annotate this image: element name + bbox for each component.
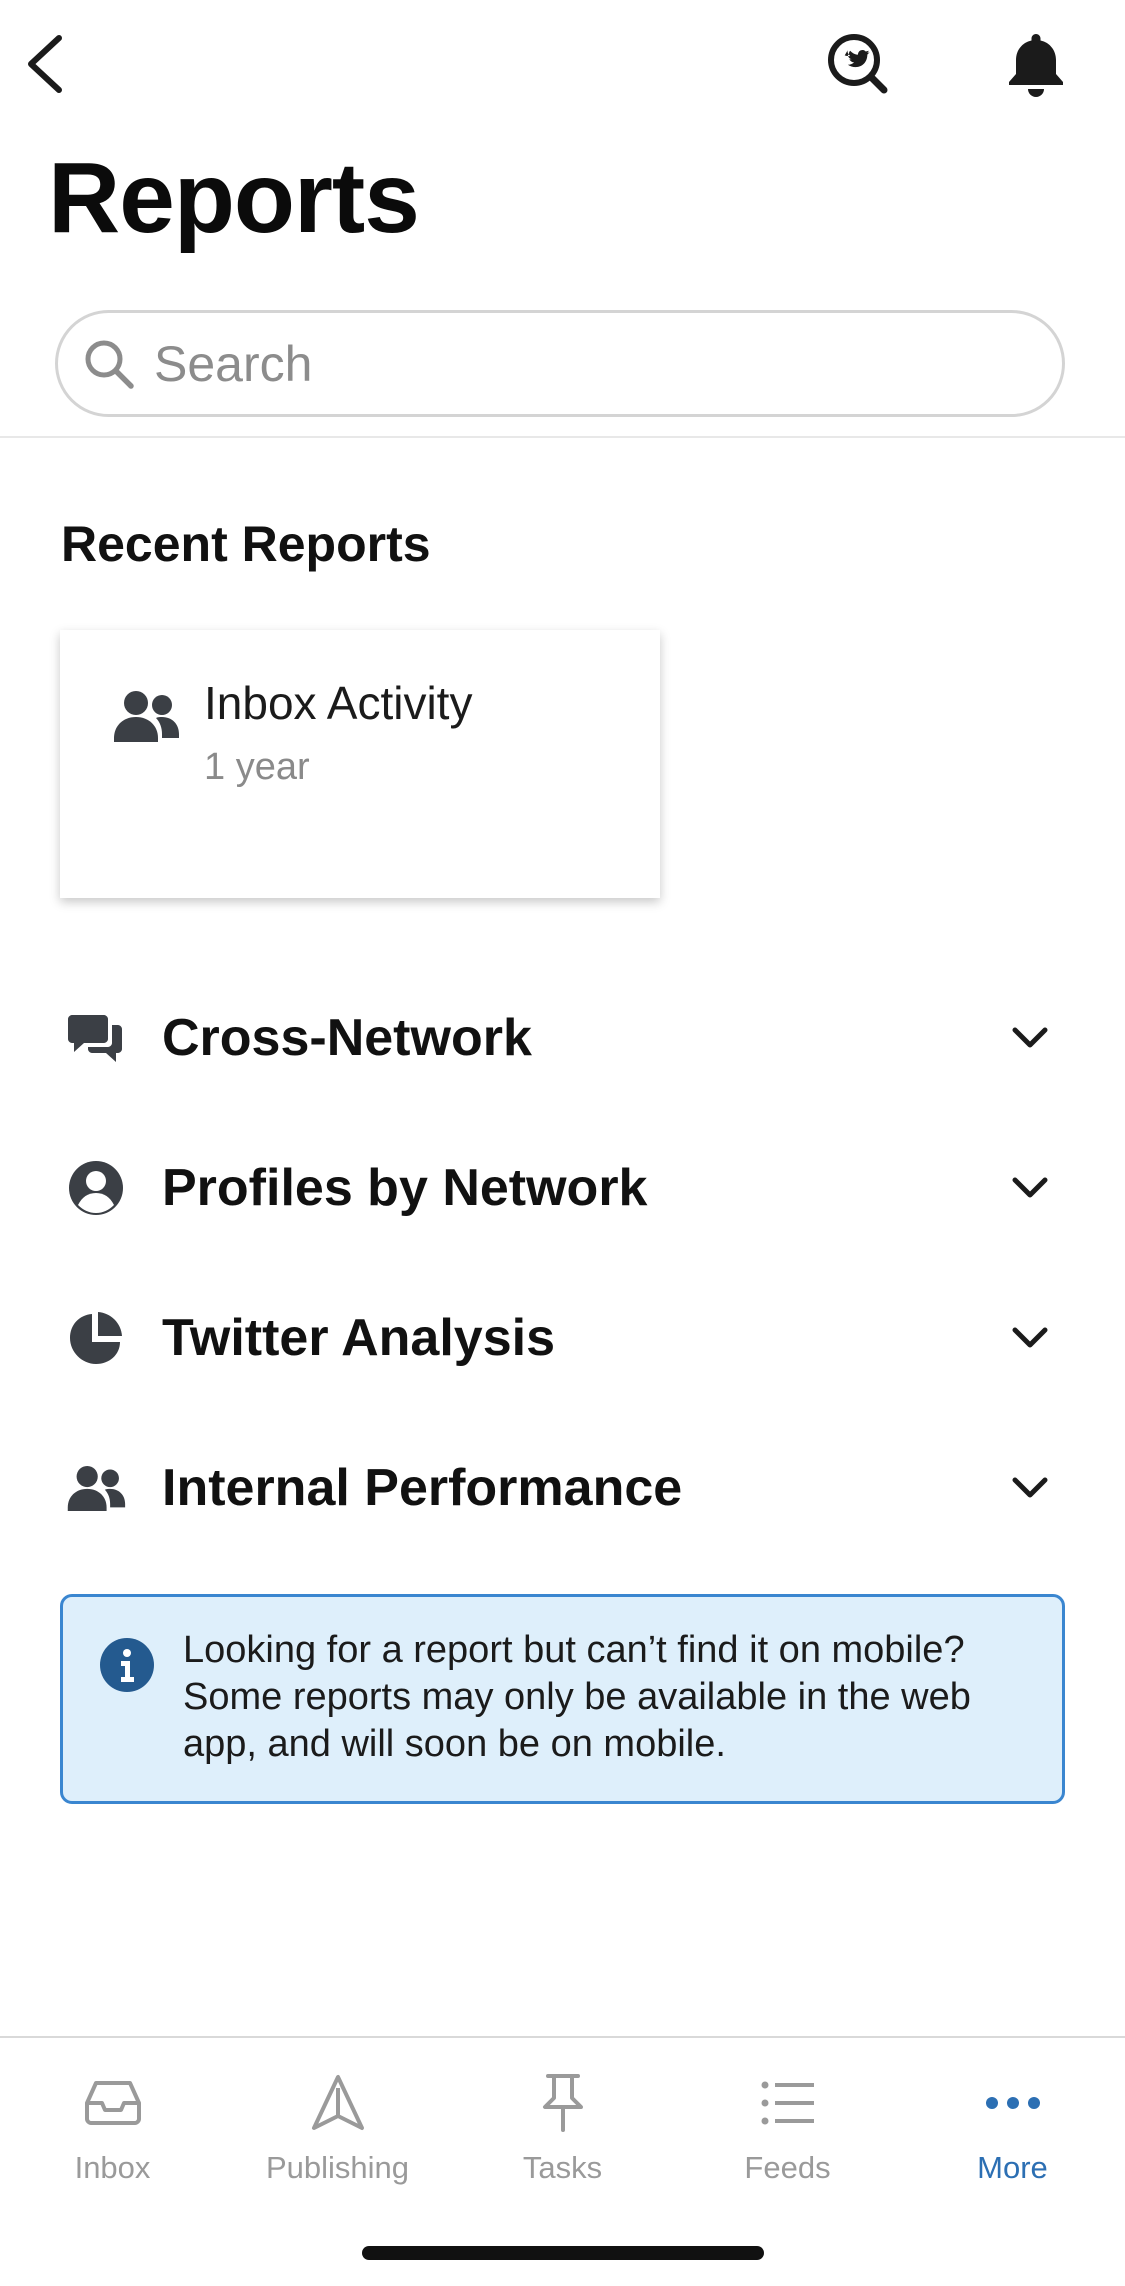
tab-label: Publishing	[265, 2150, 410, 2185]
user-circle-icon	[62, 1154, 130, 1222]
page-title: Reports	[48, 142, 420, 254]
category-profiles-by-network[interactable]: Profiles by Network	[0, 1128, 1125, 1248]
notifications-button[interactable]	[996, 28, 1076, 100]
users-icon	[62, 1454, 130, 1522]
chevron-down-icon	[1004, 1162, 1056, 1214]
home-indicator	[362, 2246, 764, 2260]
search-input[interactable]	[154, 334, 1014, 393]
header-divider	[0, 436, 1125, 438]
paper-plane-icon	[303, 2068, 373, 2138]
search-bar[interactable]	[55, 310, 1065, 417]
pie-chart-icon	[62, 1304, 130, 1372]
chevron-left-icon	[28, 35, 62, 93]
category-cross-network[interactable]: Cross-Network	[0, 978, 1125, 1098]
category-twitter-analysis[interactable]: Twitter Analysis	[0, 1278, 1125, 1398]
recent-report-title: Inbox Activity	[204, 677, 473, 729]
recent-reports-heading: Recent Reports	[61, 516, 431, 572]
tab-label: Feeds	[744, 2150, 831, 2185]
inbox-tray-icon	[78, 2068, 148, 2138]
users-icon	[112, 688, 180, 744]
info-banner: Looking for a report but can’t find it o…	[60, 1594, 1065, 1804]
back-button[interactable]	[20, 28, 70, 100]
category-label: Cross-Network	[162, 1009, 532, 1067]
info-message: Looking for a report but can’t find it o…	[183, 1629, 971, 1765]
ellipsis-icon	[978, 2068, 1048, 2138]
bell-icon	[1009, 34, 1063, 97]
category-internal-performance[interactable]: Internal Performance	[0, 1428, 1125, 1548]
twitter-search-button[interactable]	[820, 28, 896, 100]
chevron-down-icon	[1004, 1462, 1056, 1514]
tab-tasks[interactable]: Tasks	[450, 2038, 675, 2218]
twitter-search-icon	[828, 34, 888, 94]
category-label: Twitter Analysis	[162, 1309, 555, 1367]
list-icon	[753, 2068, 823, 2138]
info-icon	[99, 1637, 155, 1693]
recent-report-range: 1 year	[204, 746, 310, 788]
tab-label: More	[977, 2150, 1048, 2185]
tab-label: Tasks	[522, 2150, 603, 2185]
recent-report-card[interactable]: Inbox Activity 1 year	[60, 630, 660, 898]
tab-feeds[interactable]: Feeds	[675, 2038, 900, 2218]
tab-publishing[interactable]: Publishing	[225, 2038, 450, 2218]
tab-more[interactable]: More	[900, 2038, 1125, 2218]
category-label: Profiles by Network	[162, 1159, 648, 1217]
search-icon	[78, 333, 140, 395]
pushpin-icon	[528, 2068, 598, 2138]
chevron-down-icon	[1004, 1012, 1056, 1064]
category-label: Internal Performance	[162, 1459, 683, 1517]
tab-inbox[interactable]: Inbox	[0, 2038, 225, 2218]
comments-icon	[62, 1004, 130, 1072]
chevron-down-icon	[1004, 1312, 1056, 1364]
tab-label: Inbox	[74, 2150, 151, 2185]
top-bar	[0, 0, 1125, 140]
